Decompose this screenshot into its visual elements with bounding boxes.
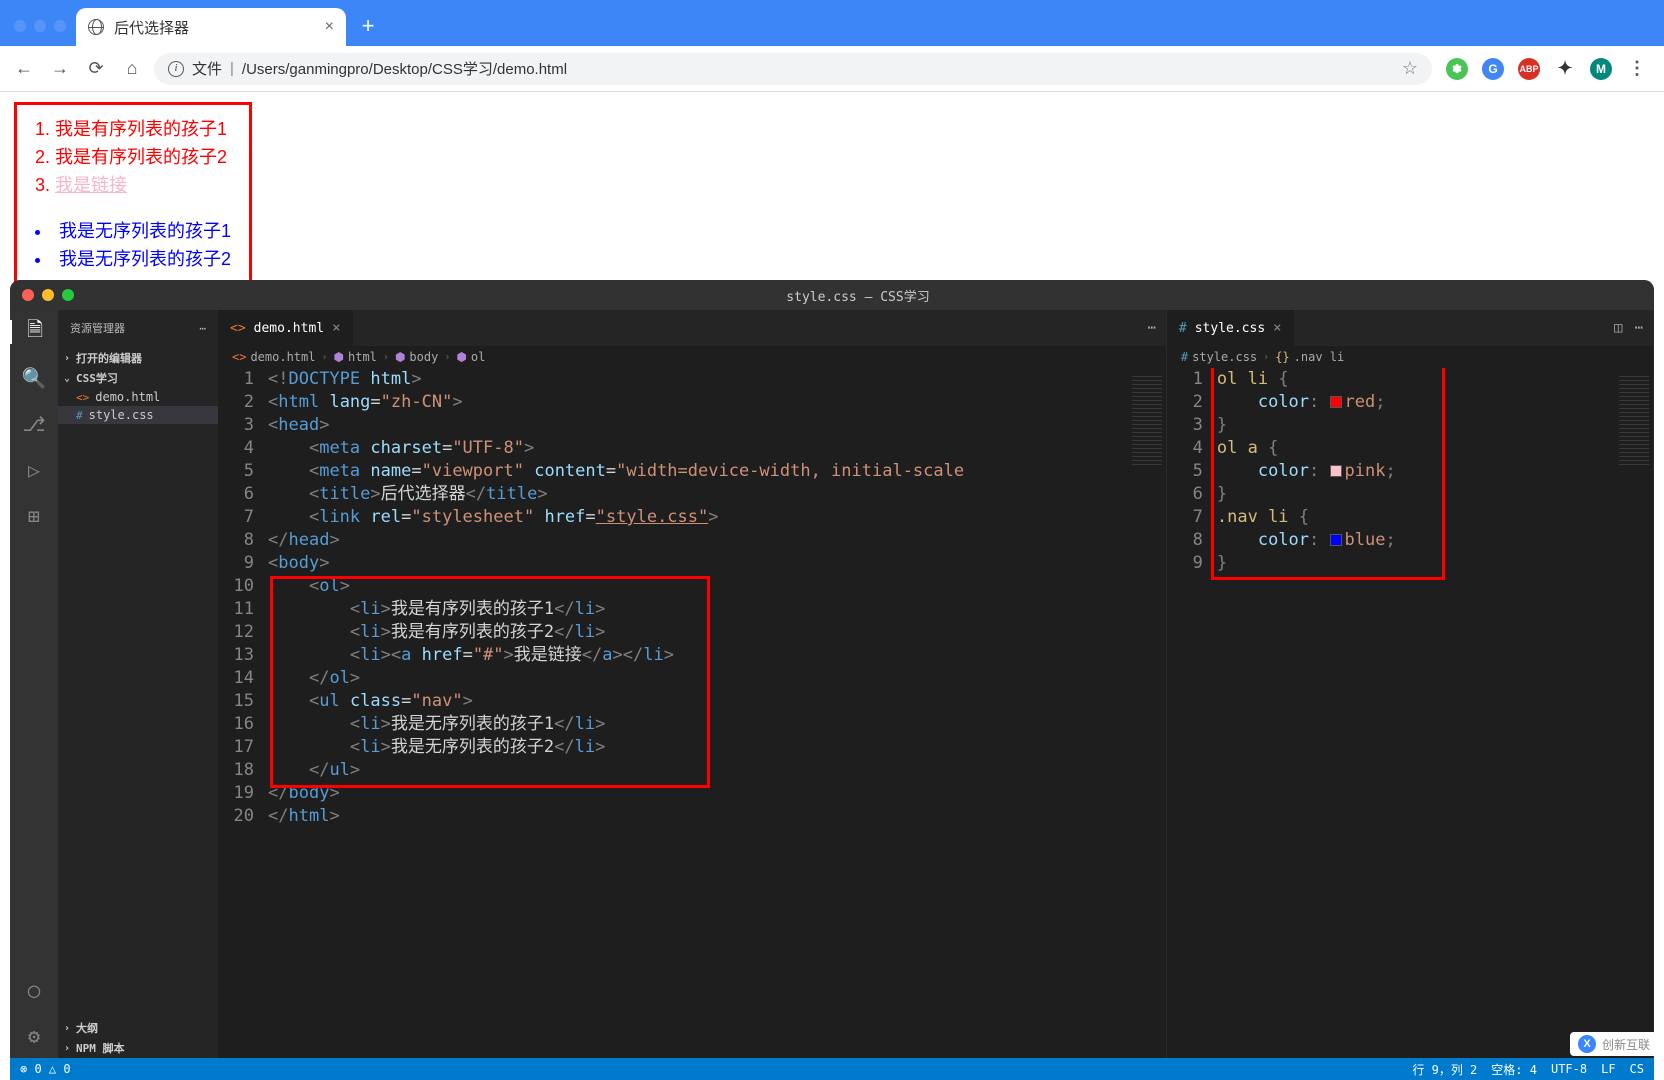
close-dot[interactable] [22,289,34,301]
file-item[interactable]: <>demo.html [58,388,218,406]
separator: | [230,60,234,77]
page-viewport: 我是有序列表的孩子1 我是有序列表的孩子2 我是链接 我是无序列表的孩子1 我是… [0,92,1664,300]
more-icon[interactable]: ⋯ [1147,320,1155,336]
more-icon[interactable]: ⋯ [199,322,206,335]
status-lang[interactable]: CS [1630,1062,1644,1076]
more-icon[interactable]: ⋯ [1635,320,1643,336]
status-position[interactable]: 行 9，列 2 [1412,1061,1477,1078]
window-title: style.css — CSS学习 [786,286,929,305]
close-dot[interactable] [14,20,26,32]
browser-chrome: 后代选择器 × + ← → ⟳ ⌂ i 文件 | /Users/ganmingp… [0,0,1664,92]
editor-pane-html: <>demo.html× ⋯ <> demo.html› ⬢ html› ⬢ b… [218,310,1167,1058]
max-dot[interactable] [54,20,66,32]
editor-tabs: #style.css× ◫ ⋯ [1167,310,1653,346]
profile-avatar[interactable]: M [1590,58,1612,80]
activity-bar: 🗎 🔍 ⎇ ▷ ⊞ ◯ ⚙ [10,310,58,1058]
minimap[interactable] [1128,368,1166,1058]
demo-output: 我是有序列表的孩子1 我是有序列表的孩子2 我是链接 我是无序列表的孩子1 我是… [14,102,252,290]
list-item: 我是无序列表的孩子2 [35,245,231,273]
status-encoding[interactable]: UTF-8 [1551,1062,1587,1076]
forward-button[interactable]: → [46,55,74,83]
window-controls [22,289,74,301]
demo-link[interactable]: 我是链接 [55,175,127,195]
account-icon[interactable]: ◯ [22,978,46,1002]
status-bar: ⊗ 0 △ 0 行 9，列 2 空格: 4 UTF-8 LF CS [10,1058,1654,1080]
ordered-list: 我是有序列表的孩子1 我是有序列表的孩子2 我是链接 [35,115,231,199]
code-editor[interactable]: 123456789 ol li { color: red;}ol a { col… [1167,368,1653,1058]
status-spaces[interactable]: 空格: 4 [1491,1061,1537,1078]
kebab-menu-icon[interactable]: ⋮ [1626,58,1648,80]
url-path: /Users/ganmingpro/Desktop/CSS学习/demo.htm… [242,58,567,79]
list-item: 我是有序列表的孩子2 [35,143,231,171]
vscode-titlebar: style.css — CSS学习 [10,280,1654,310]
adblock-icon[interactable]: ABP [1518,58,1540,80]
max-dot[interactable] [62,289,74,301]
list-item: 我是有序列表的孩子1 [35,115,231,143]
editor-tabs: <>demo.html× ⋯ [218,310,1166,346]
minimap[interactable] [1615,368,1653,1058]
vscode-window: style.css — CSS学习 🗎 🔍 ⎇ ▷ ⊞ ◯ ⚙ 资源管理器 ⋯ … [10,280,1654,1080]
browser-toolbar: ← → ⟳ ⌂ i 文件 | /Users/ganmingpro/Desktop… [0,46,1664,92]
new-tab-button[interactable]: + [354,12,382,40]
file-item[interactable]: #style.css [58,406,218,424]
search-icon[interactable]: 🔍 [22,366,46,390]
breadcrumb[interactable]: # style.css› {} .nav li [1167,346,1653,368]
open-editors-section[interactable]: ›打开的编辑器 [58,348,218,368]
sidebar: 资源管理器 ⋯ ›打开的编辑器 ⌄CSS学习 <>demo.html #styl… [58,310,218,1058]
settings-icon[interactable]: ⚙ [22,1024,46,1048]
status-eol[interactable]: LF [1601,1062,1615,1076]
min-dot[interactable] [34,20,46,32]
outline-section[interactable]: ›大纲 [58,1018,218,1038]
browser-tab[interactable]: 后代选择器 × [76,8,346,46]
editor-pane-css: #style.css× ◫ ⋯ # style.css› {} .nav li 1… [1167,310,1654,1058]
close-icon[interactable]: × [332,320,340,336]
explorer-icon[interactable]: 🗎 [10,320,56,344]
debug-icon[interactable]: ▷ [22,458,46,482]
status-problems[interactable]: ⊗ 0 △ 0 [20,1062,71,1076]
list-item: 我是无序列表的孩子1 [35,217,231,245]
back-button[interactable]: ← [10,55,38,83]
globe-icon [88,19,104,35]
list-item: 我是链接 [35,171,231,199]
close-icon[interactable]: × [325,18,334,36]
watermark-logo: X [1578,1035,1596,1053]
home-button[interactable]: ⌂ [118,55,146,83]
breadcrumb[interactable]: <> demo.html› ⬢ html› ⬢ body› ⬢ ol [218,346,1166,368]
split-icon[interactable]: ◫ [1614,320,1622,336]
npm-section[interactable]: ›NPM 脚本 [58,1038,218,1058]
bookmark-icon[interactable]: ☆ [1402,58,1418,79]
watermark: X 创新互联 [1570,1032,1658,1056]
tab-strip: 后代选择器 × + [0,0,1664,46]
info-icon[interactable]: i [168,61,184,77]
unordered-list: 我是无序列表的孩子1 我是无序列表的孩子2 [35,217,231,273]
scheme-label: 文件 [192,58,222,79]
tab-demo-html[interactable]: <>demo.html× [218,310,354,346]
git-icon[interactable]: ⎇ [22,412,46,436]
window-controls [14,20,66,32]
extensions-icon[interactable]: ✦ [1554,58,1576,80]
reload-button[interactable]: ⟳ [82,55,110,83]
code-editor[interactable]: 1234567891011121314151617181920 <!DOCTYP… [218,368,1166,1058]
translate-icon[interactable]: G [1482,58,1504,80]
sidebar-title: 资源管理器 ⋯ [58,310,218,346]
tab-style-css[interactable]: #style.css× [1167,310,1295,346]
extensions-icon[interactable]: ⊞ [22,504,46,528]
tab-title: 后代选择器 [114,17,189,38]
extensions-area: ✽ G ABP ✦ M ⋮ [1440,58,1654,80]
editor-group: <>demo.html× ⋯ <> demo.html› ⬢ html› ⬢ b… [218,310,1654,1058]
close-icon[interactable]: × [1273,320,1281,336]
extension-icon[interactable]: ✽ [1446,58,1468,80]
folder-section[interactable]: ⌄CSS学习 [58,368,218,388]
min-dot[interactable] [42,289,54,301]
address-bar[interactable]: i 文件 | /Users/ganmingpro/Desktop/CSS学习/d… [154,53,1432,85]
